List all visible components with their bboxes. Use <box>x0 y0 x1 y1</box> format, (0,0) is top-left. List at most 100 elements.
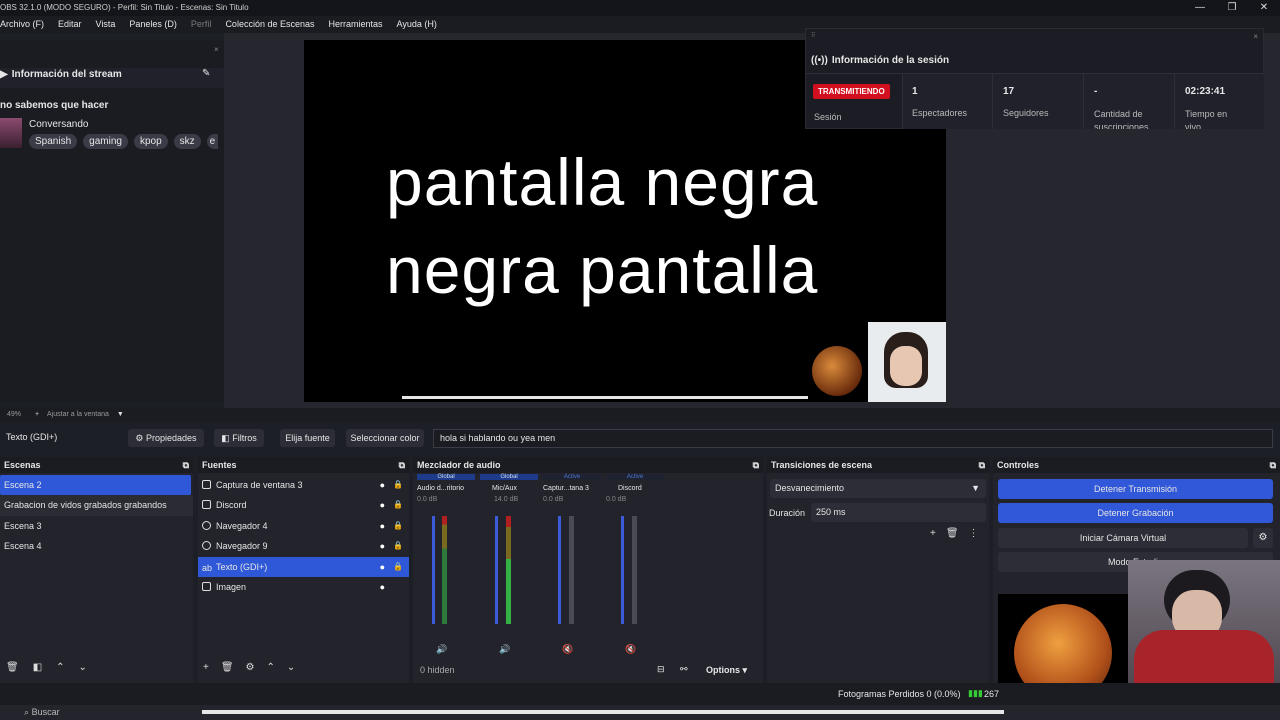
eye-icon[interactable]: ● <box>380 516 385 536</box>
channel-name[interactable]: Discord <box>606 485 666 492</box>
undock-icon[interactable]: ⧉ <box>979 457 985 473</box>
tag[interactable]: skz <box>173 134 201 149</box>
properties-bar: Texto (GDI+) ⚙ Propiedades ◧ Filtros Eli… <box>0 427 1280 449</box>
taskbar-search[interactable]: Buscar <box>32 707 60 717</box>
arrow-up-icon[interactable]: ⌃ <box>267 662 275 673</box>
source-item[interactable]: Navegador 4 ● 🔒 <box>198 516 409 536</box>
eye-icon[interactable]: ● <box>380 536 385 556</box>
tag[interactable]: gaming <box>83 134 128 149</box>
more-icon[interactable]: ⋮ <box>969 528 979 539</box>
eye-icon[interactable]: ● <box>380 557 385 577</box>
eye-icon[interactable]: ● <box>380 475 385 495</box>
edit-pencil-icon[interactable]: ✎ <box>202 68 210 79</box>
channel-tag: Global <box>480 474 538 480</box>
trash-icon[interactable]: 🗑 <box>6 662 19 673</box>
choose-font-button[interactable]: Elija fuente <box>280 429 335 447</box>
close-icon[interactable]: ✕ <box>1248 0 1280 16</box>
undock-icon[interactable]: ⧉ <box>753 457 759 473</box>
dock-close-icon[interactable]: × <box>214 45 219 54</box>
text-input[interactable]: hola si hablando ou yea men <box>433 429 1273 448</box>
lock-icon[interactable]: 🔒 <box>393 516 403 536</box>
mixer-options[interactable]: Options ▾ <box>706 665 747 676</box>
source-item[interactable]: Captura de ventana 3 ● 🔒 <box>198 475 409 495</box>
menu-profile[interactable]: Perfil <box>191 16 212 33</box>
menu-docks[interactable]: Paneles (D) <box>129 16 177 33</box>
add-icon[interactable]: + <box>930 528 936 539</box>
speaker-icon[interactable]: 🔊 <box>436 644 447 655</box>
source-item[interactable]: Discord ● 🔒 <box>198 495 409 515</box>
virtual-camera-button[interactable]: Iniciar Cámara Virtual <box>998 528 1248 548</box>
scene-item[interactable]: Grabacion de vidos grabados grabandos <box>0 495 193 516</box>
gear-icon[interactable]: ⚙ <box>1253 528 1273 548</box>
undock-icon[interactable]: ⧉ <box>399 457 405 473</box>
dock-handle-icon[interactable]: ⠿ <box>811 32 815 39</box>
search-icon: ⌕ <box>24 707 30 717</box>
text-icon: ab <box>202 562 213 573</box>
scene-item[interactable]: Escena 3 <box>0 516 193 536</box>
dock-close-icon[interactable]: × <box>1253 32 1258 41</box>
scene-item[interactable]: Escena 4 <box>0 536 193 556</box>
zoom-plus-icon[interactable]: + <box>35 411 39 418</box>
arrow-down-icon[interactable]: ⌄ <box>79 662 87 673</box>
layout-icon[interactable]: ⊟ <box>657 664 665 675</box>
arrow-down-icon[interactable]: ⌄ <box>287 662 295 673</box>
undock-icon[interactable]: ⧉ <box>183 457 189 473</box>
stop-stream-button[interactable]: Detener Transmisión <box>998 479 1273 499</box>
channel-name[interactable]: Audio d...ritorio <box>417 485 477 492</box>
menu-view[interactable]: Vista <box>96 16 116 33</box>
trash-icon[interactable]: 🗑 <box>946 528 959 539</box>
lock-icon[interactable]: 🔒 <box>393 536 403 556</box>
duration-spinbox[interactable]: 250 ms <box>811 503 986 522</box>
chevron-down-icon[interactable]: ▼ <box>117 411 124 418</box>
mixer-channel: Global Audio d...ritorio 0.0 dB <box>417 474 477 503</box>
mixer-channel: Active Captur...tana 3 0.0 dB <box>543 474 603 503</box>
source-item[interactable]: ab Texto (GDI+) ● 🔒 <box>198 556 409 577</box>
source-item[interactable]: Imagen ● <box>198 577 409 597</box>
menu-help[interactable]: Ayuda (H) <box>397 16 437 33</box>
channel-name[interactable]: Mic/Aux <box>480 485 540 492</box>
eye-icon[interactable]: ● <box>380 577 385 597</box>
properties-button[interactable]: ⚙ Propiedades <box>128 429 204 447</box>
filter-icon[interactable]: ◧ <box>33 662 42 673</box>
eye-icon[interactable]: ● <box>380 495 385 515</box>
muted-icon[interactable]: 🔇 <box>562 644 573 655</box>
preview-line-2: negra pantalla <box>386 233 819 307</box>
volume-slider[interactable] <box>495 516 498 624</box>
lock-icon[interactable]: 🔒 <box>393 495 403 515</box>
menu-scene-collection[interactable]: Colección de Escenas <box>225 16 314 33</box>
channel-db: 14.0 dB <box>494 496 519 503</box>
mixer-title: Mezclador de audio <box>417 460 501 470</box>
menu-tools[interactable]: Herramientas <box>329 16 383 33</box>
volume-slider[interactable] <box>621 516 624 624</box>
channel-name[interactable]: Captur...tana 3 <box>543 485 603 492</box>
mixer-channel: Active Discord 0.0 dB <box>606 474 666 503</box>
muted-icon[interactable]: 🔇 <box>625 644 636 655</box>
restore-icon[interactable]: ❐ <box>1216 0 1248 16</box>
stop-recording-button[interactable]: Detener Grabación <box>998 503 1273 523</box>
lock-icon[interactable]: 🔒 <box>393 557 403 577</box>
link-icon[interactable]: ⚯ <box>680 664 688 675</box>
source-item[interactable]: Navegador 9 ● 🔒 <box>198 536 409 556</box>
arrow-up-icon[interactable]: ⌃ <box>56 662 64 673</box>
minimize-icon[interactable]: — <box>1184 0 1216 16</box>
channel-db: 0.0 dB <box>417 496 438 503</box>
add-icon[interactable]: + <box>203 662 209 673</box>
stat-uptime: 02:23:41 Tiempo en vivo <box>1174 74 1264 129</box>
tag[interactable]: kpop <box>133 134 168 149</box>
tag[interactable]: e <box>206 134 219 149</box>
undock-icon[interactable]: ⧉ <box>1270 457 1276 473</box>
zoom-fit[interactable]: Ajustar a la ventana <box>47 411 109 418</box>
volume-slider[interactable] <box>432 516 435 624</box>
volume-slider[interactable] <box>558 516 561 624</box>
scene-item[interactable]: Escena 2 <box>0 475 191 496</box>
tag[interactable]: Spanish <box>29 134 78 149</box>
menu-file[interactable]: Archivo (F) <box>0 16 44 33</box>
trash-icon[interactable]: 🗑 <box>221 662 234 673</box>
select-color-button[interactable]: Seleccionar color <box>346 429 424 447</box>
filters-button[interactable]: ◧ Filtros <box>214 429 264 447</box>
transition-select[interactable]: Desvanecimiento ▼ <box>770 479 986 498</box>
lock-icon[interactable]: 🔒 <box>393 475 403 495</box>
menu-edit[interactable]: Editar <box>58 16 82 33</box>
gear-icon[interactable]: ⚙ <box>246 662 255 673</box>
speaker-icon[interactable]: 🔊 <box>499 644 510 655</box>
